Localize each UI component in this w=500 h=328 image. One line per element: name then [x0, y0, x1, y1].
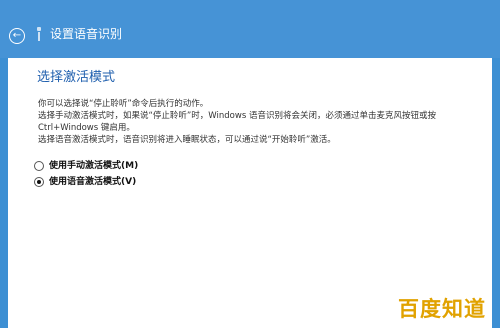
voice-activation-radio[interactable] [34, 177, 44, 187]
description-line: Ctrl+Windows 键启用。 [38, 123, 135, 133]
description-line: 选择手动激活模式时，如果说“停止聆听”时，Windows 语音识别将会关闭，必须… [38, 111, 436, 121]
description-line: 你可以选择说“停止聆听”命令后执行的动作。 [38, 99, 209, 109]
description: 你可以选择说“停止聆听”命令后执行的动作。 选择手动激活模式时，如果说“停止聆听… [38, 98, 483, 146]
back-arrow-icon[interactable]: ← [9, 28, 25, 44]
page-heading: 选择激活模式 [37, 70, 116, 85]
description-line: 选择语音激活模式时，语音识别将进入睡眠状态，可以通过说“开始聆听”激活。 [38, 135, 336, 145]
watermark: 百度知道 [398, 297, 486, 321]
manual-activation-label: 使用手动激活模式(M) [49, 161, 139, 171]
title-bar: ← 设置语音识别 [0, 0, 500, 58]
window-title: 设置语音识别 [50, 27, 123, 41]
microphone-icon [37, 27, 41, 41]
voice-activation-label: 使用语音激活模式(V) [49, 177, 137, 187]
manual-activation-radio[interactable] [34, 161, 44, 171]
